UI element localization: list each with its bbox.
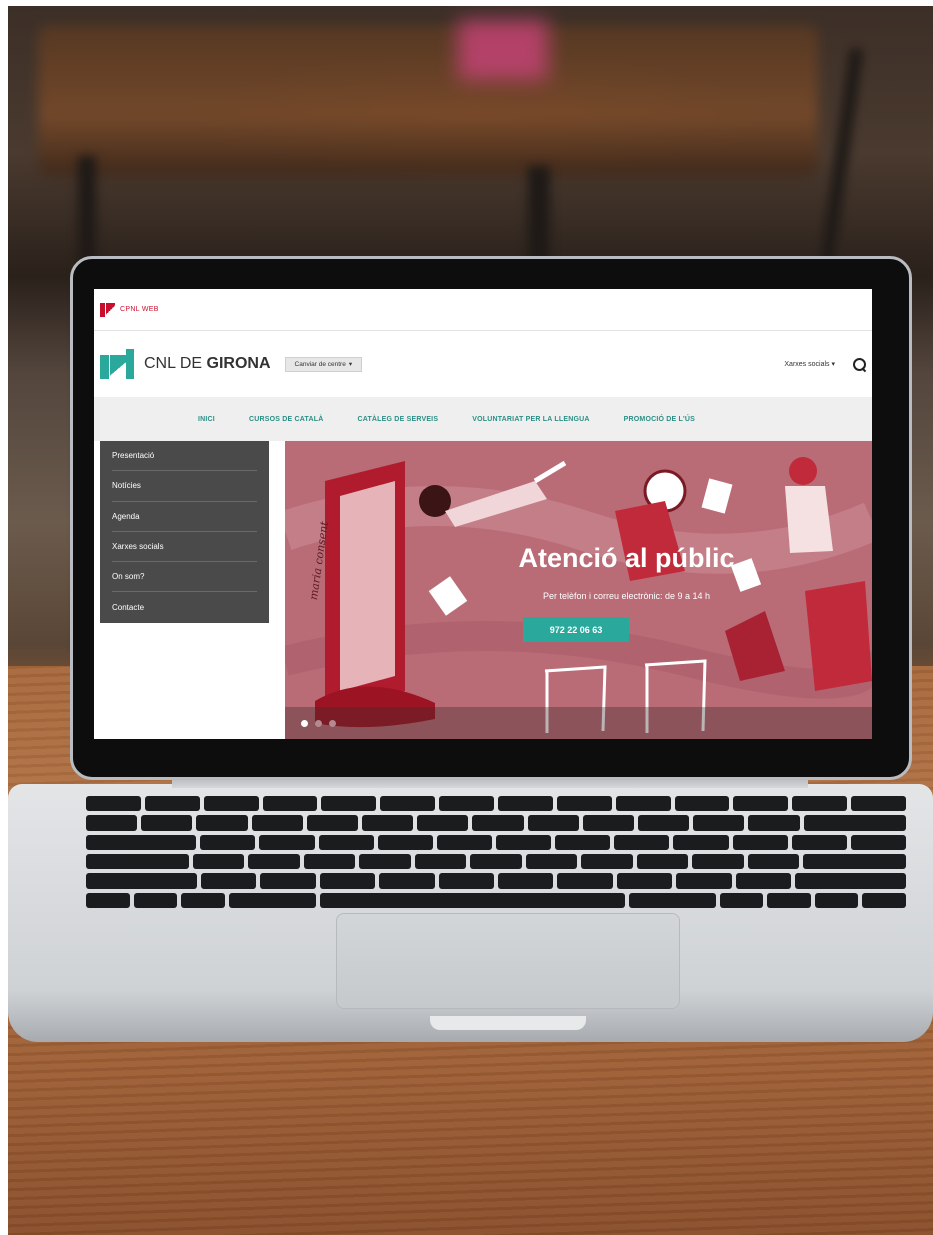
site-title[interactable]: CNL DE GIRONA: [144, 355, 271, 373]
carousel-dot[interactable]: [315, 720, 322, 727]
sidebar-item-contacte[interactable]: Contacte: [112, 592, 257, 622]
chevron-down-icon: ▾: [831, 361, 835, 368]
sidebar-item-noticies[interactable]: Notícies: [112, 471, 257, 502]
side-menu: Presentació Notícies Agenda Xarxes socia…: [100, 441, 269, 623]
nav-item-voluntariat[interactable]: VOLUNTARIAT PER LA LLENGUA: [472, 416, 589, 423]
background-object: [458, 20, 548, 80]
hero-title: Atenció al públic: [518, 543, 735, 573]
carousel-dot-active[interactable]: [301, 720, 308, 727]
nav-item-cataleg[interactable]: CATÀLEG DE SERVEIS: [357, 416, 438, 423]
top-bar: CPNL WEB: [94, 289, 872, 331]
sidebar-item-xarxes[interactable]: Xarxes socials: [112, 532, 257, 563]
sidebar-item-agenda[interactable]: Agenda: [112, 502, 257, 532]
carousel-dot[interactable]: [329, 720, 336, 727]
hero-banner[interactable]: maria consent Atenció al públic Per telè…: [285, 441, 872, 739]
laptop-keyboard: [86, 796, 907, 908]
chevron-down-icon: ▾: [348, 361, 353, 368]
change-centre-label: Canviar de centre: [294, 360, 346, 368]
main-content: Presentació Notícies Agenda Xarxes socia…: [94, 441, 872, 739]
cpnl-web-link[interactable]: CPNL WEB: [120, 306, 159, 313]
laptop-notch: [430, 1016, 586, 1030]
social-dropdown[interactable]: Xarxes socials ▾: [784, 360, 835, 368]
cnl-logo-icon[interactable]: [100, 349, 136, 379]
hero-illustration: [285, 441, 872, 739]
laptop-screen: CPNL WEB CNL DE GIRONA Canviar de centre…: [94, 289, 872, 739]
header-right: Xarxes socials ▾: [784, 357, 866, 371]
carousel-strip: [285, 707, 872, 739]
site-title-prefix: CNL DE: [144, 355, 207, 372]
search-icon[interactable]: [853, 357, 866, 371]
sidebar-item-on-som[interactable]: On som?: [112, 562, 257, 593]
phone-button[interactable]: 972 22 06 63: [523, 617, 629, 642]
cpnl-logo-icon[interactable]: [100, 302, 116, 317]
sidebar-item-presentacio[interactable]: Presentació: [112, 441, 257, 472]
nav-item-cursos[interactable]: CURSOS DE CATALÀ: [249, 416, 324, 423]
hero-subtitle: Per telèfon i correu electrònic: de 9 a …: [542, 591, 711, 601]
background-table: [38, 26, 818, 176]
site-title-name: GIRONA: [206, 355, 271, 372]
nav-item-promocio[interactable]: PROMOCIÓ DE L'ÚS: [624, 416, 695, 423]
main-nav: INICI CURSOS DE CATALÀ CATÀLEG DE SERVEI…: [94, 397, 872, 441]
social-dropdown-label: Xarxes socials: [784, 361, 830, 368]
change-centre-button[interactable]: Canviar de centre ▾: [284, 356, 363, 372]
site-header: CNL DE GIRONA Canviar de centre ▾ Xarxes…: [94, 331, 872, 397]
nav-item-inici[interactable]: INICI: [198, 416, 215, 423]
laptop-trackpad: [336, 913, 680, 1009]
